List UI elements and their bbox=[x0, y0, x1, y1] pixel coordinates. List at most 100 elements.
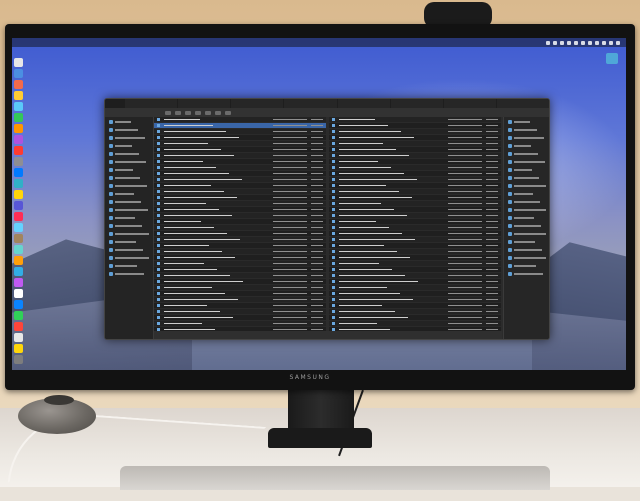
window-tab[interactable] bbox=[178, 99, 231, 108]
window-tab[interactable] bbox=[496, 99, 549, 108]
sidebar-item[interactable] bbox=[508, 199, 546, 205]
status-icon[interactable] bbox=[595, 40, 599, 45]
sidebar-item[interactable] bbox=[109, 199, 149, 205]
dock-app-icon[interactable] bbox=[14, 245, 23, 254]
dock-app-icon[interactable] bbox=[14, 322, 23, 331]
dock-app-icon[interactable] bbox=[14, 289, 23, 298]
view-toggle-button[interactable] bbox=[195, 110, 201, 115]
sidebar-item[interactable] bbox=[109, 215, 149, 221]
dock-app-icon[interactable] bbox=[14, 212, 23, 221]
sidebar-item[interactable] bbox=[508, 223, 546, 229]
status-icon[interactable] bbox=[609, 40, 613, 45]
dock-app-icon[interactable] bbox=[14, 278, 23, 287]
dock-app-icon[interactable] bbox=[14, 267, 23, 276]
sidebar-item[interactable] bbox=[109, 183, 149, 189]
status-icon[interactable] bbox=[567, 40, 571, 45]
dock-app-icon[interactable] bbox=[14, 223, 23, 232]
sidebar-item[interactable] bbox=[109, 231, 149, 237]
dock-app-icon[interactable] bbox=[14, 69, 23, 78]
status-icon[interactable] bbox=[588, 40, 592, 45]
status-icon[interactable] bbox=[602, 40, 606, 45]
sidebar-item[interactable] bbox=[109, 127, 149, 133]
sidebar-item[interactable] bbox=[508, 215, 546, 221]
dock-app-icon[interactable] bbox=[14, 333, 23, 342]
sidebar-item[interactable] bbox=[508, 255, 546, 261]
window-tab[interactable] bbox=[337, 99, 390, 108]
sidebar-item[interactable] bbox=[508, 183, 546, 189]
window-tab[interactable] bbox=[443, 99, 496, 108]
sidebar-item[interactable] bbox=[109, 247, 149, 253]
dock-app-icon[interactable] bbox=[14, 355, 23, 364]
dock-app-icon[interactable] bbox=[14, 179, 23, 188]
sidebar-item[interactable] bbox=[508, 239, 546, 245]
dock-app-icon[interactable] bbox=[14, 135, 23, 144]
sidebar-item[interactable] bbox=[109, 255, 149, 261]
dock-app-icon[interactable] bbox=[14, 113, 23, 122]
sidebar-item[interactable] bbox=[508, 231, 546, 237]
dock-app-icon[interactable] bbox=[14, 256, 23, 265]
sidebar-item[interactable] bbox=[109, 191, 149, 197]
dock-app-icon[interactable] bbox=[14, 311, 23, 320]
dock-app-icon[interactable] bbox=[14, 344, 23, 353]
sidebar-item[interactable] bbox=[508, 119, 546, 125]
share-button[interactable] bbox=[225, 110, 231, 115]
sidebar-item[interactable] bbox=[109, 207, 149, 213]
status-icon[interactable] bbox=[546, 40, 550, 45]
sidebar-item[interactable] bbox=[109, 263, 149, 269]
dock-app-icon[interactable] bbox=[14, 58, 23, 67]
sidebar-item[interactable] bbox=[508, 263, 546, 269]
sidebar-item[interactable] bbox=[508, 271, 546, 277]
finder-window[interactable] bbox=[104, 98, 550, 340]
file-icon bbox=[157, 154, 160, 157]
dock-app-icon[interactable] bbox=[14, 146, 23, 155]
action-button[interactable] bbox=[215, 110, 221, 115]
dock-app-icon[interactable] bbox=[14, 157, 23, 166]
sidebar-item[interactable] bbox=[508, 207, 546, 213]
dock-app-icon[interactable] bbox=[14, 201, 23, 210]
dock-app-icon[interactable] bbox=[14, 102, 23, 111]
window-tab[interactable] bbox=[390, 99, 443, 108]
view-toggle-button[interactable] bbox=[185, 110, 191, 115]
window-tab[interactable] bbox=[231, 99, 284, 108]
sidebar-item[interactable] bbox=[109, 223, 149, 229]
file-size bbox=[311, 292, 323, 295]
status-icon[interactable] bbox=[581, 40, 585, 45]
view-toggle-button[interactable] bbox=[205, 110, 211, 115]
sidebar-item[interactable] bbox=[109, 151, 149, 157]
sidebar-item[interactable] bbox=[109, 239, 149, 245]
status-icon[interactable] bbox=[560, 40, 564, 45]
sidebar-item[interactable] bbox=[508, 135, 546, 141]
sidebar-item[interactable] bbox=[109, 135, 149, 141]
dock-app-icon[interactable] bbox=[14, 234, 23, 243]
status-icon[interactable] bbox=[574, 40, 578, 45]
desktop-drive-icon[interactable] bbox=[606, 53, 618, 64]
file-list-right[interactable] bbox=[329, 117, 501, 331]
sidebar-item[interactable] bbox=[508, 191, 546, 197]
sidebar-item[interactable] bbox=[109, 271, 149, 277]
dock-app-icon[interactable] bbox=[14, 124, 23, 133]
window-tab[interactable] bbox=[125, 99, 178, 108]
sidebar-item[interactable] bbox=[508, 143, 546, 149]
status-icon[interactable] bbox=[616, 40, 620, 45]
dock-app-icon[interactable] bbox=[14, 91, 23, 100]
sidebar-item[interactable] bbox=[109, 175, 149, 181]
dock-app-icon[interactable] bbox=[14, 168, 23, 177]
sidebar-item[interactable] bbox=[508, 175, 546, 181]
sidebar-item[interactable] bbox=[109, 159, 149, 165]
sidebar-item[interactable] bbox=[508, 159, 546, 165]
back-button[interactable] bbox=[165, 110, 171, 115]
dock-app-icon[interactable] bbox=[14, 300, 23, 309]
file-list-left[interactable] bbox=[154, 117, 326, 331]
status-icon[interactable] bbox=[553, 40, 557, 45]
sidebar-item[interactable] bbox=[109, 119, 149, 125]
window-tab[interactable] bbox=[284, 99, 337, 108]
sidebar-item[interactable] bbox=[508, 167, 546, 173]
forward-button[interactable] bbox=[175, 110, 181, 115]
sidebar-item[interactable] bbox=[508, 127, 546, 133]
dock-app-icon[interactable] bbox=[14, 80, 23, 89]
dock-app-icon[interactable] bbox=[14, 190, 23, 199]
sidebar-item[interactable] bbox=[109, 143, 149, 149]
sidebar-item[interactable] bbox=[109, 167, 149, 173]
sidebar-item[interactable] bbox=[508, 247, 546, 253]
sidebar-item[interactable] bbox=[508, 151, 546, 157]
